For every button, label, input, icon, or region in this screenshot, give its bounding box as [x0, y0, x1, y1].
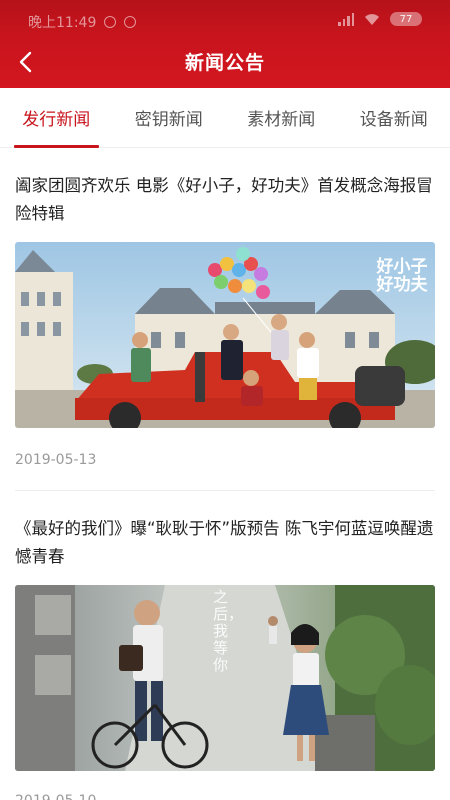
wifi-icon [365, 14, 379, 25]
news-image[interactable]: 好小子 好功夫 [15, 242, 435, 428]
poster-caption: 之后，我等你 [213, 588, 244, 674]
alarm-icon [124, 16, 137, 28]
news-list: 阖家团圆齐欢乐 电影《好小子，好功夫》首发概念海报冒险特辑 好小子 好功夫 20… [0, 148, 450, 800]
news-title[interactable]: 阖家团圆齐欢乐 电影《好小子，好功夫》首发概念海报冒险特辑 [15, 172, 435, 228]
status-left: 晚上11:49 [28, 12, 137, 32]
news-item[interactable]: 阖家团圆齐欢乐 电影《好小子，好功夫》首发概念海报冒险特辑 好小子 好功夫 20… [0, 148, 450, 490]
movie-poster-image [15, 242, 435, 428]
signal-icon [338, 12, 354, 26]
news-image[interactable]: 之后，我等你 [15, 585, 435, 771]
news-item[interactable]: 《最好的我们》曝“耿耿于怀”版预告 陈飞宇何蓝逗唤醒遗憾青春 之后，我等你 [0, 491, 450, 800]
poster-caption: 好小子 好功夫 [376, 257, 428, 295]
title-bar: 新闻公告 [0, 40, 450, 84]
category-tabs: 发行新闻 密钥新闻 素材新闻 设备新闻 [0, 88, 450, 148]
news-title[interactable]: 《最好的我们》曝“耿耿于怀”版预告 陈飞宇何蓝逗唤醒遗憾青春 [15, 515, 435, 571]
app-header: 晚上11:49 77 新闻公告 [0, 0, 450, 88]
tab-material-news[interactable]: 素材新闻 [225, 88, 338, 147]
news-date: 2019-05-13 [15, 452, 97, 468]
news-date: 2019-05-10 [15, 793, 435, 800]
tab-release-news[interactable]: 发行新闻 [0, 88, 113, 148]
tab-device-news[interactable]: 设备新闻 [338, 88, 450, 147]
status-bar: 晚上11:49 77 [0, 0, 450, 40]
battery-icon: 77 [390, 12, 422, 26]
news-announcement-screen: 晚上11:49 77 新闻公告 发行新闻 密钥新闻 素材新闻 设备新闻 阖家团圆… [0, 0, 450, 800]
status-right: 77 [338, 12, 422, 26]
status-time: 晚上11:49 [28, 15, 97, 31]
tab-key-news[interactable]: 密钥新闻 [113, 88, 226, 147]
notification-icon [104, 16, 117, 28]
page-title: 新闻公告 [184, 52, 265, 74]
